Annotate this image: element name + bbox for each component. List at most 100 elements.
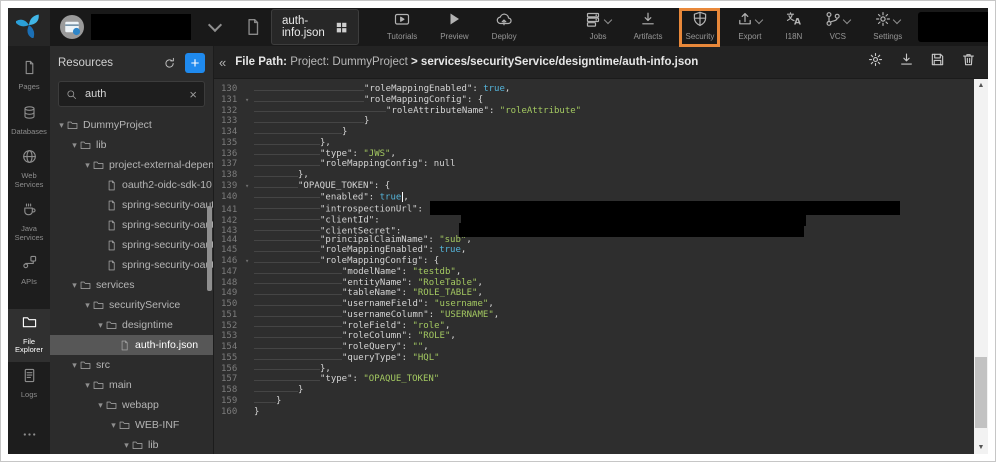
file-icon[interactable] [244, 18, 262, 36]
code-line[interactable]: 139▾"OPAQUE_TOKEN": { [214, 181, 974, 192]
fold-marker[interactable]: ▾ [245, 256, 254, 267]
tree-item-label: src [96, 359, 110, 371]
tree-item-dummyproject[interactable]: ▾DummyProject [50, 115, 213, 135]
scrollbar-thumb[interactable] [975, 357, 987, 428]
add-resource-button[interactable]: + [185, 53, 205, 73]
fold-marker[interactable]: ▾ [245, 95, 254, 106]
tree-item-designtime[interactable]: ▾designtime [50, 315, 213, 335]
tree-item-web-inf[interactable]: ▾WEB-INF [50, 415, 213, 435]
tree-item-lib[interactable]: ▾lib [50, 435, 213, 454]
breadcrumb-separator: > [411, 56, 418, 68]
file-icon [106, 220, 117, 231]
code-line[interactable]: 131▾"roleMappingConfig": { [214, 95, 974, 106]
file-delete-button[interactable] [961, 52, 976, 72]
search-icon [66, 89, 77, 100]
sidebar-item-web-services[interactable]: Web Services [8, 143, 50, 196]
trash-icon [961, 52, 976, 72]
sidebar-item-apis[interactable]: APIs [8, 249, 50, 294]
code-line[interactable]: 157"type": "OPAQUE_TOKEN" [214, 374, 974, 385]
code-line[interactable]: 151"usernameColumn": "USERNAME", [214, 310, 974, 321]
tree-item-project-external-dependencies[interactable]: ▾project-external-dependencies [50, 155, 213, 175]
search-input[interactable] [83, 87, 183, 101]
logs-icon [22, 368, 37, 388]
tree-item-spring-security-oauth2[interactable]: spring-security-oauth2 [50, 215, 213, 235]
resource-search[interactable]: × [58, 81, 205, 107]
code-line[interactable]: 147"modelName": "testdb", [214, 267, 974, 278]
code-line[interactable]: 159} [214, 396, 974, 407]
resources-scrollbar-thumb[interactable] [207, 206, 212, 291]
editor-scrollbar[interactable]: ▲ ▼ [974, 79, 988, 454]
code-line[interactable]: 150"usernameField": "username", [214, 299, 974, 310]
code-line[interactable]: 138}, [214, 170, 974, 181]
code-line[interactable]: 135}, [214, 138, 974, 149]
scroll-up-arrow[interactable]: ▲ [974, 79, 988, 92]
refresh-icon[interactable] [163, 57, 176, 70]
sidebar-item-databases[interactable]: Databases [8, 99, 50, 144]
tree-item-oauth2-oidc-sdk-10[interactable]: oauth2-oidc-sdk-10 [50, 175, 213, 195]
code-line[interactable]: 156}, [214, 364, 974, 375]
toolbar-item-vcs[interactable]: VCS [825, 14, 850, 41]
toolbar-item-settings[interactable]: Settings [873, 14, 902, 41]
toolbar-item-export[interactable]: Export [737, 14, 762, 41]
tree-item-src[interactable]: ▾src [50, 355, 213, 375]
code-line[interactable]: 143"clientSecret": [214, 224, 974, 235]
code-line[interactable]: 133} [214, 116, 974, 127]
code-line[interactable]: 134} [214, 127, 974, 138]
project-avatar-icon [60, 15, 84, 39]
project-selector[interactable] [60, 14, 220, 40]
sidebar-item-file-explorer[interactable]: File Explorer [8, 309, 50, 362]
grid-icon[interactable] [335, 21, 348, 34]
code-line[interactable]: 146▾"roleMappingConfig": { [214, 256, 974, 267]
toolbar-item-security[interactable]: Security [685, 14, 714, 41]
collapse-panel-icon[interactable]: « [219, 56, 226, 69]
tree-item-securityservice[interactable]: ▾securityService [50, 295, 213, 315]
code-line[interactable]: 154"roleQuery": "", [214, 342, 974, 353]
file-tab[interactable]: auth-info.json [271, 9, 359, 45]
code-line[interactable]: 130"roleMappingEnabled": true, [214, 84, 974, 95]
file-settings-button[interactable] [868, 52, 883, 72]
sidebar-item-logs[interactable]: Logs [8, 362, 50, 407]
tree-item-webapp[interactable]: ▾webapp [50, 395, 213, 415]
tree-item-spring-security-oauth2[interactable]: spring-security-oauth2 [50, 255, 213, 275]
file-download-button[interactable] [899, 52, 914, 72]
tree-item-spring-security-oauth2[interactable]: spring-security-oauth2 [50, 235, 213, 255]
tree-item-spring-security-oauth2[interactable]: spring-security-oauth2 [50, 195, 213, 215]
code-line[interactable]: 132"roleAttributeName": "roleAttribute" [214, 106, 974, 117]
code-line[interactable]: 136"type": "JWS", [214, 149, 974, 160]
tree-item-services[interactable]: ▾services [50, 275, 213, 295]
coffee-icon [22, 202, 37, 222]
toolbar-item-jobs[interactable]: Jobs [586, 14, 611, 41]
code-line[interactable]: 153"roleColumn": "ROLE", [214, 331, 974, 342]
code-line[interactable]: 152"roleField": "role", [214, 321, 974, 332]
toolbar-item-label: I18N [785, 32, 802, 41]
wavemaker-logo[interactable] [8, 8, 50, 46]
toolbar-item-i18n[interactable]: AI18N [785, 14, 802, 41]
clear-search-icon[interactable]: × [189, 88, 197, 101]
database-icon [22, 105, 37, 125]
tree-item-label: spring-security-oauth2 [122, 199, 213, 211]
toolbar-item-tutorials[interactable]: Tutorials [387, 14, 417, 41]
tree-item-main[interactable]: ▾main [50, 375, 213, 395]
code-line[interactable]: 149"tableName": "ROLE_TABLE", [214, 288, 974, 299]
scroll-down-arrow[interactable]: ▼ [974, 441, 988, 454]
code-line[interactable]: 155"queryType": "HQL" [214, 353, 974, 364]
code-line[interactable]: 137"roleMappingConfig": null [214, 159, 974, 170]
tree-item-label: spring-security-oauth2 [122, 239, 213, 251]
sidebar-item-java-services[interactable]: Java Services [8, 196, 50, 249]
toolbar-item-artifacts[interactable]: Artifacts [634, 14, 663, 41]
fold-marker[interactable]: ▾ [245, 181, 254, 192]
cloud-upload-icon [496, 11, 512, 32]
code-line[interactable]: 160} [214, 407, 974, 418]
sidebar-item-pages[interactable]: Pages [8, 54, 50, 99]
tree-item-lib[interactable]: ▾lib [50, 135, 213, 155]
code-area[interactable]: 130"roleMappingEnabled": true,131▾"roleM… [214, 79, 974, 454]
code-line[interactable]: 145"roleMappingEnabled": true, [214, 245, 974, 256]
sidebar-item-more[interactable] [8, 421, 50, 454]
tree-item-auth-info-json[interactable]: auth-info.json [50, 335, 213, 355]
toolbar-item-deploy[interactable]: Deploy [492, 14, 517, 41]
file-save-button[interactable] [930, 52, 945, 72]
code-line[interactable]: 148"entityName": "RoleTable", [214, 278, 974, 289]
toolbar-item-preview[interactable]: Preview [440, 14, 468, 41]
code-line[interactable]: 158} [214, 385, 974, 396]
indent-guide [254, 127, 342, 138]
